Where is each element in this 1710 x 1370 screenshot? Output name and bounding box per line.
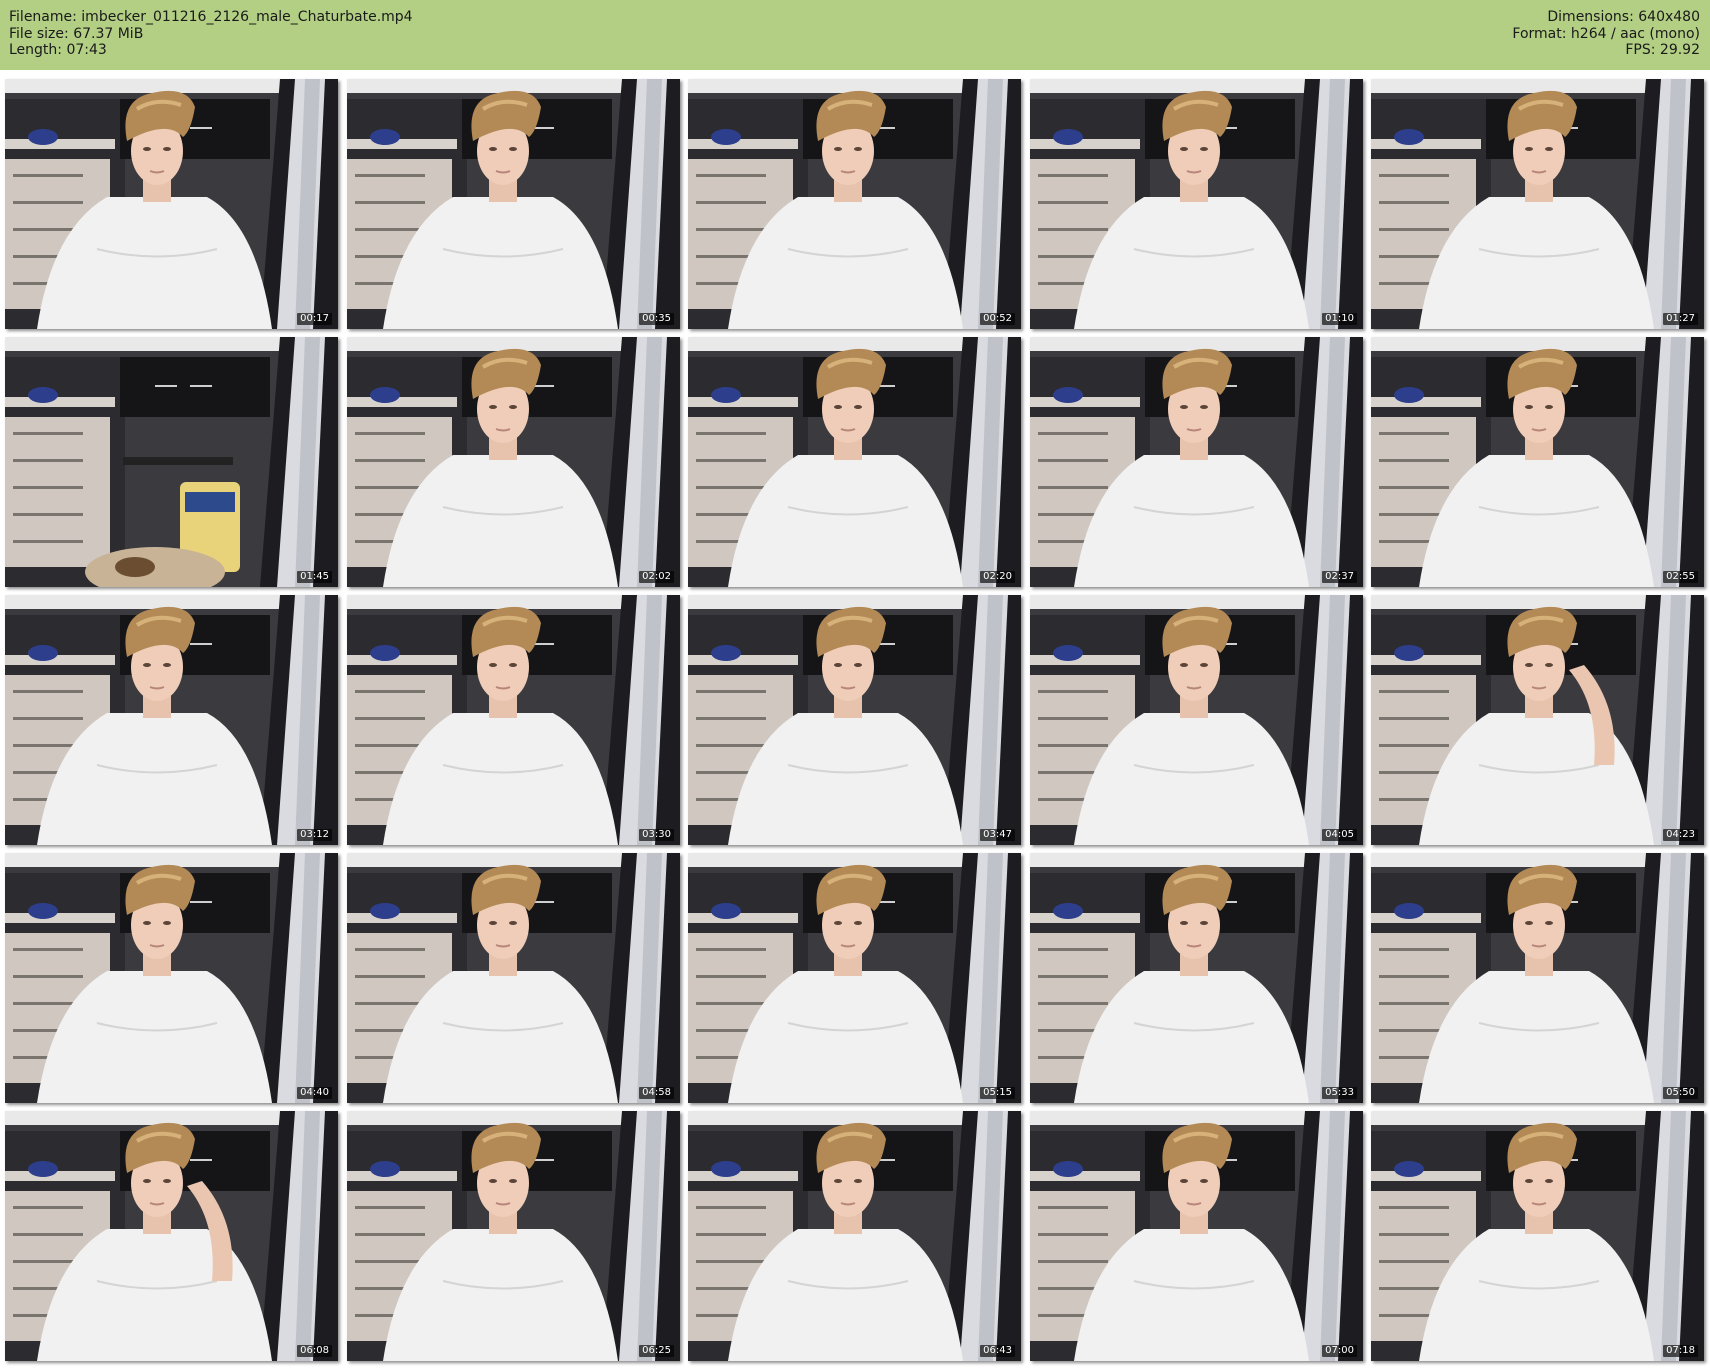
video-thumbnail: 01:45 xyxy=(5,337,338,587)
format-text: Format: h264 / aac (mono) xyxy=(1512,25,1700,42)
thumbnail-frame-image xyxy=(688,853,1021,1103)
video-thumbnail: 01:10 xyxy=(1030,79,1363,329)
thumbnail-timestamp: 00:35 xyxy=(639,313,674,325)
video-thumbnail: 05:15 xyxy=(688,853,1021,1103)
thumbnail-frame-image xyxy=(5,79,338,329)
file-info: Filename: imbecker_011216_2126_male_Chat… xyxy=(9,9,413,59)
thumbnail-timestamp: 03:30 xyxy=(639,829,674,841)
stream-info: Dimensions: 640x480 Format: h264 / aac (… xyxy=(1512,9,1700,59)
filename-text: Filename: imbecker_011216_2126_male_Chat… xyxy=(9,9,413,25)
thumbnail-timestamp: 02:37 xyxy=(1322,571,1357,583)
thumbnail-timestamp: 01:27 xyxy=(1663,313,1698,325)
thumbnail-frame-image xyxy=(688,337,1021,587)
video-thumbnail: 02:20 xyxy=(688,337,1021,587)
thumbnail-timestamp: 02:55 xyxy=(1663,571,1698,583)
thumbnail-timestamp: 04:40 xyxy=(297,1087,332,1099)
thumbnail-frame-image xyxy=(347,337,680,587)
video-thumbnail: 04:58 xyxy=(347,853,680,1103)
thumbnail-frame-image xyxy=(5,337,338,587)
info-header: Filename: imbecker_011216_2126_male_Chat… xyxy=(0,0,1710,70)
thumbnail-frame-image xyxy=(1371,1111,1704,1361)
video-thumbnail: 03:30 xyxy=(347,595,680,845)
video-thumbnail: 00:35 xyxy=(347,79,680,329)
video-thumbnail: 04:23 xyxy=(1371,595,1704,845)
thumbnail-frame-image xyxy=(5,853,338,1103)
thumbnail-timestamp: 04:58 xyxy=(639,1087,674,1099)
dimensions-text: Dimensions: 640x480 xyxy=(1547,9,1700,25)
thumbnail-frame-image xyxy=(347,595,680,845)
thumbnail-frame-image xyxy=(347,1111,680,1361)
video-thumbnail: 04:05 xyxy=(1030,595,1363,845)
thumbnail-timestamp: 02:20 xyxy=(980,571,1015,583)
thumbnail-timestamp: 07:18 xyxy=(1663,1345,1698,1357)
video-thumbnail: 01:27 xyxy=(1371,79,1704,329)
thumbnail-timestamp: 03:12 xyxy=(297,829,332,841)
thumbnail-timestamp: 01:45 xyxy=(297,571,332,583)
video-thumbnail: 02:55 xyxy=(1371,337,1704,587)
thumbnail-frame-image xyxy=(1030,337,1363,587)
thumbnail-grid: 00:17 00:35 00:52 01:10 01:27 01:45 02:02 02:20… xyxy=(5,79,1705,1365)
video-thumbnail: 06:43 xyxy=(688,1111,1021,1361)
thumbnail-frame-image xyxy=(1030,1111,1363,1361)
video-thumbnail: 07:00 xyxy=(1030,1111,1363,1361)
video-thumbnail: 02:02 xyxy=(347,337,680,587)
thumbnail-frame-image xyxy=(5,1111,338,1361)
video-thumbnail: 05:50 xyxy=(1371,853,1704,1103)
thumbnail-timestamp: 05:15 xyxy=(980,1087,1015,1099)
thumbnail-frame-image xyxy=(1371,595,1704,845)
video-thumbnail: 02:37 xyxy=(1030,337,1363,587)
thumbnail-timestamp: 02:02 xyxy=(639,571,674,583)
thumbnail-timestamp: 04:05 xyxy=(1322,829,1357,841)
thumbnail-timestamp: 04:23 xyxy=(1663,829,1698,841)
thumbnail-timestamp: 01:10 xyxy=(1322,313,1357,325)
thumbnail-timestamp: 05:33 xyxy=(1322,1087,1357,1099)
thumbnail-frame-image xyxy=(688,1111,1021,1361)
thumbnail-timestamp: 07:00 xyxy=(1322,1345,1357,1357)
video-thumbnail: 04:40 xyxy=(5,853,338,1103)
video-thumbnail: 05:33 xyxy=(1030,853,1363,1103)
thumbnail-timestamp: 00:17 xyxy=(297,313,332,325)
video-thumbnail: 03:47 xyxy=(688,595,1021,845)
thumbnail-frame-image xyxy=(688,79,1021,329)
thumbnail-frame-image xyxy=(1371,337,1704,587)
thumbnail-frame-image xyxy=(1030,853,1363,1103)
thumbnail-timestamp: 00:52 xyxy=(980,313,1015,325)
video-thumbnail: 07:18 xyxy=(1371,1111,1704,1361)
thumbnail-frame-image xyxy=(347,79,680,329)
video-thumbnail: 00:52 xyxy=(688,79,1021,329)
thumbnail-timestamp: 06:43 xyxy=(980,1345,1015,1357)
thumbnail-frame-image xyxy=(1371,853,1704,1103)
thumbnail-timestamp: 06:08 xyxy=(297,1345,332,1357)
video-thumbnail: 06:25 xyxy=(347,1111,680,1361)
thumbnail-frame-image xyxy=(1030,595,1363,845)
thumbnail-frame-image xyxy=(688,595,1021,845)
thumbnail-timestamp: 06:25 xyxy=(639,1345,674,1357)
video-thumbnail: 03:12 xyxy=(5,595,338,845)
video-thumbnail: 06:08 xyxy=(5,1111,338,1361)
fps-text: FPS: 29.92 xyxy=(1625,42,1700,58)
length-text: Length: 07:43 xyxy=(9,42,107,58)
thumbnail-timestamp: 05:50 xyxy=(1663,1087,1698,1099)
thumbnail-frame-image xyxy=(1371,79,1704,329)
video-thumbnail: 00:17 xyxy=(5,79,338,329)
filesize-text: File size: 67.37 MiB xyxy=(9,25,144,42)
thumbnail-timestamp: 03:47 xyxy=(980,829,1015,841)
thumbnail-frame-image xyxy=(347,853,680,1103)
thumbnail-frame-image xyxy=(5,595,338,845)
thumbnail-frame-image xyxy=(1030,79,1363,329)
